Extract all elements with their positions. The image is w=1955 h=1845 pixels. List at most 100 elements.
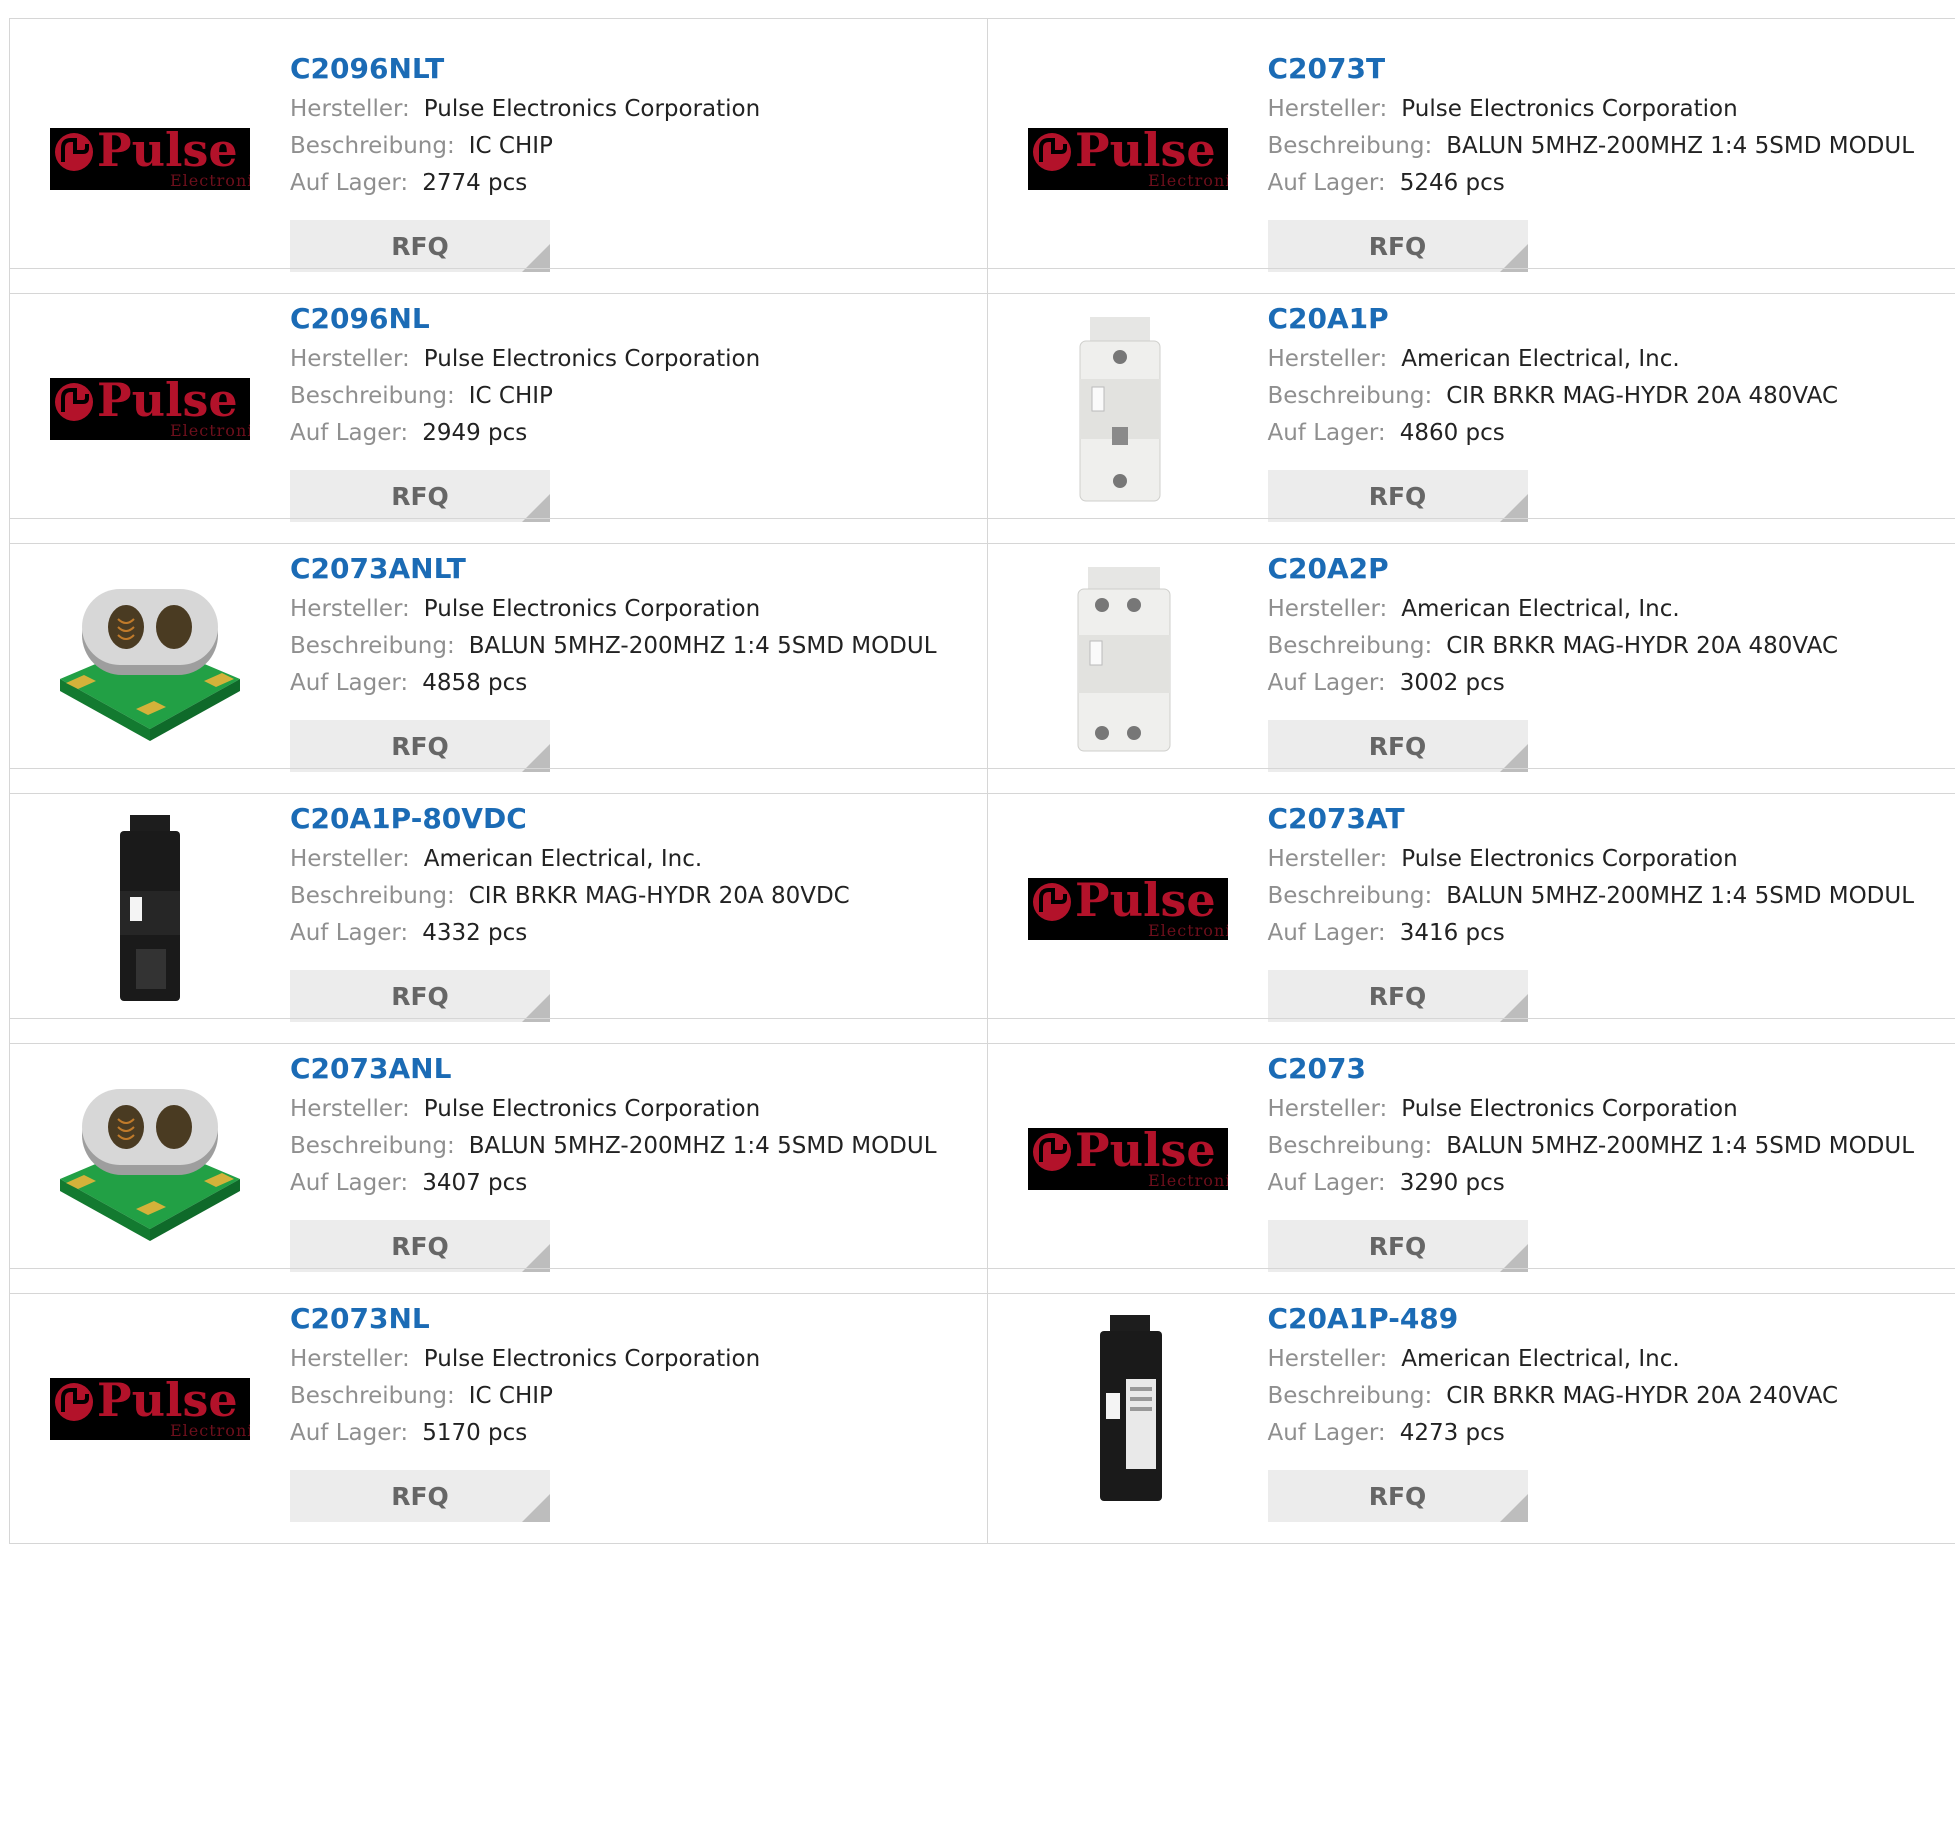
rfq-button[interactable]: RFQ bbox=[1267, 720, 1528, 772]
circuit-breaker-image bbox=[1099, 1315, 1162, 1501]
product-name-link[interactable]: C2073ANLT bbox=[290, 547, 967, 591]
manufacturer-line: Hersteller: Pulse Electronics Corporation bbox=[290, 341, 967, 378]
description-line: Beschreibung: CIR BRKR MAG-HYDR 20A 480VA… bbox=[1268, 378, 1936, 415]
product-row: PulseElectronics C2096NLT Hersteller:Pul… bbox=[9, 18, 1955, 294]
description-label: Beschreibung: bbox=[1267, 1133, 1433, 1159]
manufacturer-line: Hersteller: Pulse Electronics Corporation bbox=[290, 91, 967, 128]
product-image[interactable]: PulseElectronics bbox=[1027, 59, 1228, 259]
product-name-link[interactable]: C20A1P bbox=[1268, 297, 1936, 341]
product-name-link[interactable]: C2073AT bbox=[1268, 797, 1936, 841]
manufacturer-label: Hersteller: bbox=[1267, 1346, 1388, 1372]
rfq-button[interactable]: RFQ bbox=[290, 720, 550, 772]
stock-value: 5246 pcs bbox=[1399, 170, 1505, 196]
stock-line: Auf Lager: 4858 pcs bbox=[290, 665, 967, 702]
stock-label: Auf Lager: bbox=[290, 170, 409, 196]
stock-value: 3002 pcs bbox=[1399, 670, 1505, 696]
circuit-breaker-image bbox=[120, 815, 180, 1001]
product-info: C2073AT Hersteller: Pulse Electronics Cor… bbox=[1268, 797, 1936, 952]
product-name-link[interactable]: C2073ANL bbox=[290, 1047, 967, 1091]
product-image[interactable]: PulseElectronics bbox=[50, 1309, 250, 1509]
product-image[interactable] bbox=[1028, 309, 1228, 509]
stock-line: Auf Lager: 4860 pcs bbox=[1268, 415, 1936, 452]
rfq-label: RFQ bbox=[1368, 981, 1427, 1011]
product-name-link[interactable]: C2073T bbox=[1268, 47, 1936, 91]
product-name-link[interactable]: C2073NL bbox=[290, 1297, 967, 1341]
description-value: CIR BRKR MAG-HYDR 20A 480VAC bbox=[1446, 383, 1839, 409]
manufacturer-label: Hersteller: bbox=[290, 96, 410, 122]
product-card: C20A1P Hersteller: American Electrical, I… bbox=[988, 269, 1955, 543]
stock-line: Auf Lager: 3002 pcs bbox=[1268, 665, 1936, 702]
stock-line: Auf Lager: 3416 pcs bbox=[1268, 915, 1936, 952]
product-name-link[interactable]: C2096NL bbox=[290, 297, 967, 341]
manufacturer-value: Pulse Electronics Corporation bbox=[1401, 1096, 1738, 1122]
manufacturer-value: Pulse Electronics Corporation bbox=[1401, 846, 1738, 872]
product-image[interactable] bbox=[1028, 1309, 1228, 1509]
description-line: Beschreibung: CIR BRKR MAG-HYDR 20A 80VDC bbox=[290, 878, 967, 915]
product-name-link[interactable]: C20A1P-489 bbox=[1268, 1297, 1936, 1341]
description-label: Beschreibung: bbox=[1267, 133, 1433, 159]
description-line: Beschreibung: BALUN 5MHZ-200MHZ 1:4 5SMD … bbox=[290, 1128, 967, 1165]
product-card: PulseElectronics C2096NL Hersteller: Puls… bbox=[10, 269, 988, 543]
product-image[interactable]: PulseElectronics bbox=[50, 309, 250, 509]
pulse-electronics-logo: PulseElectronics bbox=[1027, 1128, 1228, 1190]
rfq-button[interactable]: RFQ bbox=[290, 1470, 550, 1522]
rfq-label: RFQ bbox=[391, 231, 449, 261]
rfq-label: RFQ bbox=[391, 981, 449, 1011]
stock-label: Auf Lager: bbox=[1267, 670, 1386, 696]
manufacturer-value: Pulse Electronics Corporation bbox=[1401, 96, 1738, 122]
product-image[interactable] bbox=[50, 1059, 250, 1259]
description-value: CIR BRKR MAG-HYDR 20A 240VAC bbox=[1446, 1383, 1839, 1409]
manufacturer-label: Hersteller: bbox=[290, 346, 410, 372]
rfq-button[interactable]: RFQ bbox=[1267, 220, 1528, 272]
rfq-button[interactable]: RFQ bbox=[1267, 970, 1528, 1022]
rfq-button[interactable]: RFQ bbox=[290, 220, 550, 272]
rfq-button[interactable]: RFQ bbox=[290, 1220, 550, 1272]
svg-text:Electronics: Electronics bbox=[170, 171, 250, 190]
rfq-button[interactable]: RFQ bbox=[1267, 1220, 1528, 1272]
rfq-label: RFQ bbox=[1368, 481, 1427, 511]
rfq-button[interactable]: RFQ bbox=[290, 470, 550, 522]
manufacturer-label: Hersteller: bbox=[1267, 846, 1388, 872]
product-card: PulseElectronics C2073T Hersteller: Pulse… bbox=[988, 19, 1955, 293]
product-row: PulseElectronics C2096NL Hersteller: Puls… bbox=[9, 268, 1955, 544]
stock-value: 4858 pcs bbox=[422, 670, 528, 696]
product-name-link[interactable]: C20A2P bbox=[1268, 547, 1936, 591]
product-card: C20A2P Hersteller: American Electrical, I… bbox=[988, 519, 1955, 793]
stock-label: Auf Lager: bbox=[290, 420, 409, 446]
product-info: C2073T Hersteller: Pulse Electronics Corp… bbox=[1268, 47, 1936, 202]
stock-label: Auf Lager: bbox=[290, 670, 409, 696]
product-image[interactable]: PulseElectronics bbox=[50, 59, 250, 259]
description-value: BALUN 5MHZ-200MHZ 1:4 5SMD MODUL bbox=[1446, 133, 1915, 159]
rfq-button[interactable]: RFQ bbox=[1267, 1470, 1528, 1522]
product-name-link[interactable]: C20A1P-80VDC bbox=[290, 797, 967, 841]
product-image[interactable]: PulseElectronics bbox=[1027, 809, 1228, 1009]
description-label: Beschreibung: bbox=[290, 1383, 455, 1409]
manufacturer-value: American Electrical, Inc. bbox=[423, 846, 703, 872]
product-image[interactable] bbox=[50, 559, 250, 759]
stock-line: Auf Lager: 5246 pcs bbox=[1268, 165, 1936, 202]
product-info: C2096NL Hersteller: Pulse Electronics Cor… bbox=[290, 297, 967, 452]
product-image[interactable]: PulseElectronics bbox=[1027, 1059, 1228, 1259]
description-value: BALUN 5MHZ-200MHZ 1:4 5SMD MODUL bbox=[468, 633, 937, 659]
product-row: PulseElectronics C2073NL Hersteller: Puls… bbox=[9, 1268, 1955, 1544]
description-label: Beschreibung: bbox=[1267, 1383, 1433, 1409]
rfq-label: RFQ bbox=[391, 1231, 449, 1261]
manufacturer-line: Hersteller: Pulse Electronics Corporation bbox=[1268, 841, 1936, 878]
rfq-label: RFQ bbox=[1368, 731, 1427, 761]
product-row: C2073ANL Hersteller: Pulse Electronics Co… bbox=[9, 1018, 1955, 1294]
product-image[interactable] bbox=[1028, 559, 1228, 759]
rfq-button[interactable]: RFQ bbox=[1267, 470, 1528, 522]
product-info: C20A1P Hersteller: American Electrical, I… bbox=[1268, 297, 1936, 452]
product-image[interactable] bbox=[50, 809, 250, 1009]
manufacturer-value: Pulse Electronics Corporation bbox=[423, 1096, 761, 1122]
product-name-link[interactable]: C2073 bbox=[1268, 1047, 1936, 1091]
circuit-breaker-image bbox=[1077, 567, 1170, 752]
description-label: Beschreibung: bbox=[290, 383, 455, 409]
rfq-label: RFQ bbox=[1368, 1231, 1427, 1261]
description-label: Beschreibung: bbox=[290, 1133, 455, 1159]
product-name-link[interactable]: C2096NLT bbox=[290, 47, 967, 91]
product-card: C20A1P-80VDC Hersteller: American Electri… bbox=[10, 769, 988, 1043]
svg-text:Pulse: Pulse bbox=[97, 1378, 238, 1427]
rfq-button[interactable]: RFQ bbox=[290, 970, 550, 1022]
stock-label: Auf Lager: bbox=[1267, 1420, 1386, 1446]
